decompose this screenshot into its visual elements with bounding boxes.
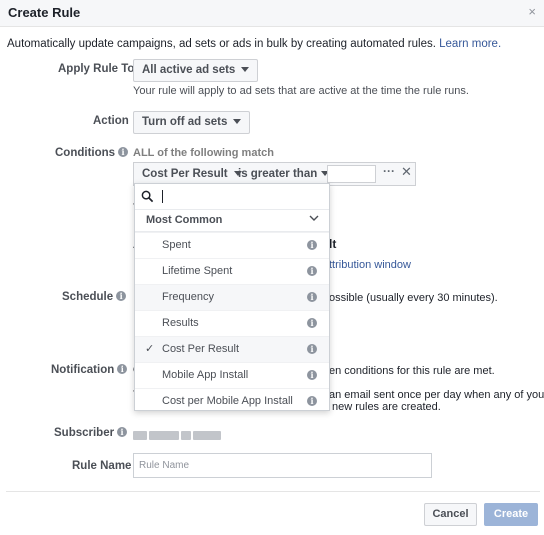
schedule-label: Schedule i [62, 291, 127, 303]
conditions-label-text: Conditions [55, 147, 116, 159]
conditions-match-text: ALL of the following match [133, 147, 274, 159]
search-icon [141, 190, 154, 203]
dropdown-item-label: Lifetime Spent [162, 265, 233, 277]
dialog-header: Create Rule × [0, 0, 544, 27]
checkmark-icon: ✓ [145, 343, 155, 355]
create-rule-dialog: Create Rule × Automatically update campa… [0, 0, 544, 535]
dropdown-search[interactable] [135, 184, 329, 210]
notification-email-text: an email sent once per day when any of y… [329, 389, 544, 401]
dropdown-item-label: Cost Per Result [162, 343, 240, 355]
condition-metric-value: Cost Per Result [142, 168, 228, 180]
close-icon[interactable]: × [528, 4, 536, 19]
footer-divider [6, 491, 540, 492]
learn-more-link[interactable]: Learn more. [439, 38, 501, 50]
rule-name-label: Rule Name [72, 460, 132, 472]
info-icon[interactable]: i [117, 364, 128, 374]
dropdown-item-label: Spent [162, 239, 191, 251]
info-icon[interactable]: i [307, 266, 317, 276]
remove-condition-icon[interactable]: ✕ [401, 164, 412, 180]
dialog-title: Create Rule [8, 5, 81, 20]
dropdown-group-label: Most Common [146, 214, 223, 226]
more-options-icon[interactable]: ··· [383, 164, 395, 178]
dropdown-item-label: Frequency [162, 291, 214, 303]
chevron-down-icon [309, 215, 319, 221]
dropdown-item-results[interactable]: Results i [135, 310, 329, 336]
info-icon[interactable]: i [117, 427, 128, 437]
dropdown-item-lifetime-spent[interactable]: Lifetime Spent i [135, 258, 329, 284]
cancel-button[interactable]: Cancel [424, 503, 477, 526]
notification-label-text: Notification [51, 364, 115, 376]
subscriber-label-text: Subscriber [54, 427, 115, 439]
apply-rule-value: All active ad sets [142, 64, 236, 76]
metric-dropdown-menu: Most Common Spent i Lifetime Spent i Fre… [134, 183, 330, 411]
condition-value-input[interactable] [327, 165, 376, 183]
text-cursor [162, 190, 163, 203]
action-value: Turn off ad sets [142, 116, 228, 128]
intro-description: Automatically update campaigns, ad sets … [7, 38, 436, 50]
dropdown-group-header[interactable]: Most Common [135, 210, 329, 232]
condition-operator-value: is greater than [238, 168, 318, 180]
schedule-label-text: Schedule [62, 291, 114, 303]
dropdown-item-label: Cost per Mobile App Install [162, 395, 293, 407]
info-icon[interactable]: i [118, 147, 129, 157]
action-dropdown[interactable]: Turn off ad sets [133, 111, 251, 134]
caret-down-icon [241, 67, 250, 72]
create-button[interactable]: Create [484, 503, 538, 526]
dropdown-item-label: Mobile App Install [162, 369, 249, 381]
info-icon[interactable]: i [116, 291, 127, 301]
apply-rule-dropdown[interactable]: All active ad sets [133, 59, 259, 82]
info-icon[interactable]: i [307, 240, 317, 250]
subscriber-label: Subscriber i [54, 427, 128, 439]
schedule-description: ossible (usually every 30 minutes). [329, 292, 498, 304]
action-label: Action [93, 115, 129, 127]
info-icon[interactable]: i [307, 370, 317, 380]
dropdown-item-frequency[interactable]: Frequency i [135, 284, 329, 310]
condition-metric-dropdown[interactable]: Cost Per Result [136, 164, 248, 184]
dropdown-item-cost-per-result[interactable]: ✓ Cost Per Result i [135, 336, 329, 362]
dropdown-item-cost-per-mobile-app-install[interactable]: Cost per Mobile App Install i [135, 388, 329, 410]
info-icon[interactable]: i [307, 344, 317, 354]
rule-name-input[interactable]: Rule Name [133, 453, 432, 478]
attribution-window-link[interactable]: ttribution window [329, 259, 411, 271]
info-icon[interactable]: i [307, 318, 317, 328]
apply-rule-label: Apply Rule To [58, 63, 135, 75]
notification-label: Notification i [51, 364, 128, 376]
subscriber-name-redacted [133, 428, 225, 441]
hidden-text-fragment: lt [329, 237, 337, 251]
apply-rule-help: Your rule will apply to ad sets that are… [133, 85, 469, 97]
conditions-label: Conditions i [55, 147, 129, 159]
dropdown-item-spent[interactable]: Spent i [135, 232, 329, 258]
info-icon[interactable]: i [307, 292, 317, 302]
caret-down-icon [233, 119, 242, 124]
dropdown-item-mobile-app-install[interactable]: Mobile App Install i [135, 362, 329, 388]
notification-description: en conditions for this rule are met. [329, 365, 495, 377]
intro-text: Automatically update campaigns, ad sets … [7, 38, 501, 50]
info-icon[interactable]: i [307, 396, 317, 406]
dropdown-item-label: Results [162, 317, 199, 329]
condition-operator-dropdown[interactable]: is greater than [232, 164, 335, 184]
